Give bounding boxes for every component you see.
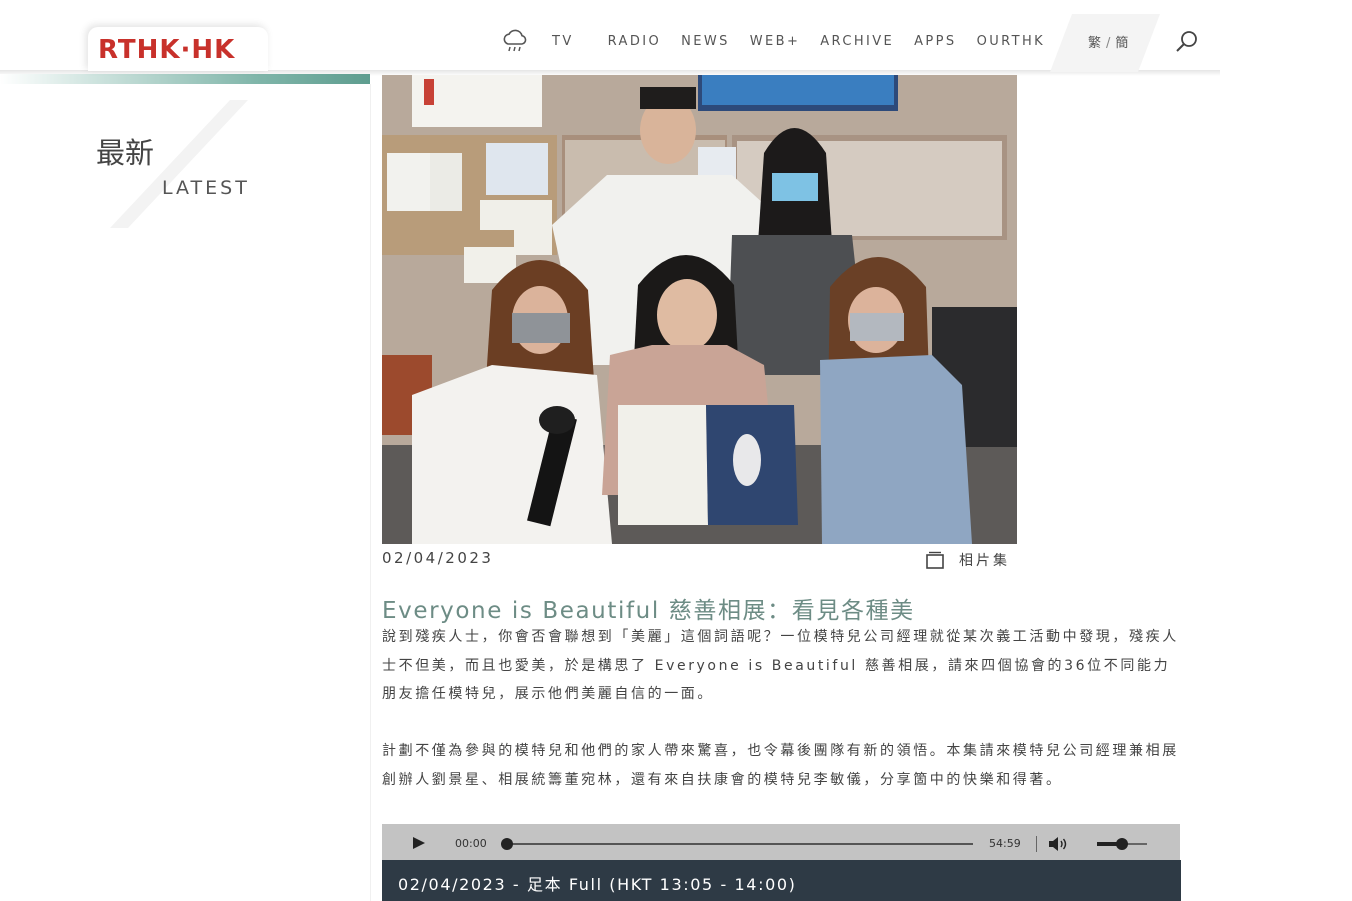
nav-archive[interactable]: ARCHIVE (820, 34, 894, 49)
nav-radio[interactable]: RADIO (608, 34, 661, 49)
episode-photo[interactable] (382, 75, 1017, 544)
article-paragraph: 計劃不僅為參與的模特兒和他們的家人帶來驚喜，也令幕後團隊有新的領悟。本集請來模特… (382, 743, 1179, 788)
search-icon[interactable] (1172, 27, 1202, 57)
cloud-rain-icon[interactable] (500, 28, 530, 54)
nav-news[interactable]: NEWS (681, 34, 730, 49)
current-time: 00:00 (455, 837, 487, 850)
main-nav: TV RADIO NEWS WEB+ ARCHIVE APPS OURTHK (500, 28, 1065, 54)
player-divider (1036, 836, 1037, 852)
lang-separator: / (1106, 36, 1112, 51)
photo-gallery-link[interactable]: 相片集 (925, 550, 1010, 570)
header-accent-bar (0, 74, 370, 84)
nav-ourthk[interactable]: OURTHK (977, 34, 1045, 49)
duration: 54:59 (989, 837, 1021, 850)
volume-icon[interactable] (1048, 836, 1068, 852)
section-title-zh: 最新 (96, 136, 155, 170)
progress-handle[interactable] (501, 838, 513, 850)
episode-photo-illustration (382, 75, 1017, 544)
article-paragraph: 說到殘疾人士，你會否會聯想到「美麗」這個詞語呢？一位模特兒公司經理就從某次義工活… (382, 629, 1179, 702)
section-title-en: LATEST (162, 177, 250, 199)
episode-label[interactable]: 02/04/2023 - 足本 Full (HKT 13:05 - 14:00) (398, 871, 796, 895)
lang-traditional[interactable]: 繁 (1088, 36, 1102, 51)
nav-apps[interactable]: APPS (914, 34, 956, 49)
volume-handle[interactable] (1116, 838, 1128, 850)
sidebar-divider (370, 84, 371, 901)
episode-bar[interactable]: 02/04/2023 - 足本 Full (HKT 13:05 - 14:00) (382, 860, 1181, 901)
article-date: 02/04/2023 (382, 549, 494, 567)
progress-track[interactable] (506, 843, 973, 845)
article-title: Everyone is Beautiful 慈善相展：看見各種美 (382, 598, 915, 624)
nav-web-plus[interactable]: WEB+ (750, 34, 800, 49)
rthk-logo[interactable]: RTHK·HK (98, 35, 235, 65)
audio-player: 00:00 54:59 (382, 824, 1180, 860)
play-icon[interactable] (412, 836, 426, 850)
nav-tv[interactable]: TV (552, 34, 574, 49)
gallery-icon (926, 551, 944, 569)
gallery-label[interactable]: 相片集 (959, 550, 1010, 570)
language-switcher: 繁 / 簡 (1088, 32, 1129, 51)
lang-simplified[interactable]: 簡 (1115, 36, 1129, 51)
